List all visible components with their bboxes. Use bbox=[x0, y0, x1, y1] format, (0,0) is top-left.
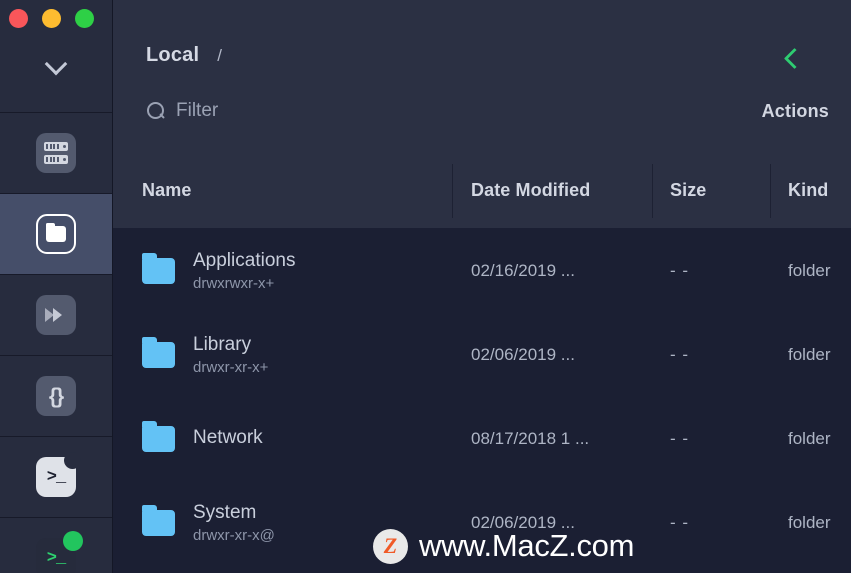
app-window: {} >_ >_ Local / Filter Actions Name Dat… bbox=[0, 0, 851, 573]
kind-value: folder bbox=[788, 345, 831, 364]
file-name: Applications bbox=[193, 250, 296, 271]
titlebar-region bbox=[0, 0, 112, 113]
search-input[interactable]: Filter bbox=[176, 100, 218, 122]
close-window-button[interactable] bbox=[9, 9, 28, 28]
date-modified-value: 02/16/2019 ... bbox=[471, 261, 575, 280]
breadcrumb-root[interactable]: Local bbox=[146, 44, 199, 67]
terminal-icon: >_ bbox=[36, 452, 81, 497]
cell-name: Network bbox=[113, 397, 452, 481]
terminal-prompt-glyph: >_ bbox=[46, 467, 66, 487]
kind-value: folder bbox=[788, 261, 831, 280]
minimize-window-button[interactable] bbox=[42, 9, 61, 28]
sidebar-item-terminal-active[interactable]: >_ bbox=[0, 518, 112, 573]
cell-date-modified: 02/16/2019 ... bbox=[452, 229, 652, 313]
date-modified-value: 02/06/2019 ... bbox=[471, 345, 575, 364]
file-list[interactable]: Applications drwxrwxr-x+ 02/16/2019 ... … bbox=[113, 229, 851, 573]
kind-value: folder bbox=[788, 429, 831, 448]
forward-arrow-icon bbox=[36, 295, 76, 335]
terminal-notch bbox=[64, 452, 81, 469]
sidebar-item-terminal[interactable]: >_ bbox=[0, 437, 112, 518]
sidebar-collapse-button[interactable] bbox=[0, 56, 112, 68]
size-value: - - bbox=[670, 429, 690, 448]
traffic-lights bbox=[0, 0, 112, 28]
sidebar-item-transfers[interactable] bbox=[0, 275, 112, 356]
cell-kind: folder bbox=[770, 229, 851, 313]
breadcrumb: Local / bbox=[146, 44, 222, 67]
folder-icon bbox=[142, 505, 175, 536]
file-name: Library bbox=[193, 334, 252, 355]
sidebar-item-servers[interactable] bbox=[0, 113, 112, 194]
column-header-size[interactable]: Size bbox=[652, 153, 770, 229]
column-header-date-modified[interactable]: Date Modified bbox=[452, 153, 652, 229]
watermark-logo-icon: Z bbox=[373, 528, 408, 564]
file-name: Network bbox=[193, 426, 263, 448]
table-row[interactable]: Applications drwxrwxr-x+ 02/16/2019 ... … bbox=[113, 229, 851, 313]
toolbar: Local / Filter Actions bbox=[113, 0, 851, 153]
cell-kind: folder bbox=[770, 397, 851, 481]
back-button[interactable] bbox=[782, 47, 802, 71]
breadcrumb-separator: / bbox=[217, 46, 222, 65]
cell-size: - - bbox=[652, 313, 770, 397]
size-value: - - bbox=[670, 513, 690, 532]
cell-size: - - bbox=[652, 397, 770, 481]
search-icon bbox=[146, 101, 166, 121]
table-row[interactable]: Network 08/17/2018 1 ... - - folder bbox=[113, 397, 851, 481]
kind-value: folder bbox=[788, 513, 831, 532]
server-rack-icon bbox=[36, 133, 76, 173]
terminal-active-prompt-glyph: >_ bbox=[46, 548, 66, 568]
file-permissions: drwxr-xr-x+ bbox=[193, 359, 269, 376]
watermark-text: www.MacZ.com bbox=[419, 528, 635, 563]
column-header-name[interactable]: Name bbox=[113, 153, 452, 229]
actions-button[interactable]: Actions bbox=[762, 101, 831, 122]
sidebar: {} >_ >_ bbox=[0, 0, 113, 573]
file-permissions: drwxr-xr-x@ bbox=[193, 527, 275, 544]
filter-row: Filter Actions bbox=[146, 100, 831, 122]
folder-icon bbox=[142, 253, 175, 284]
column-header-kind[interactable]: Kind bbox=[770, 153, 851, 229]
chevron-down-icon bbox=[45, 56, 67, 68]
date-modified-value: 08/17/2018 1 ... bbox=[471, 429, 590, 448]
cell-size: - - bbox=[652, 229, 770, 313]
cell-date-modified: 02/06/2019 ... bbox=[452, 313, 652, 397]
folder-icon bbox=[36, 214, 76, 254]
main-panel: Local / Filter Actions Name Date Modifie… bbox=[113, 0, 851, 573]
cell-date-modified: 08/17/2018 1 ... bbox=[452, 397, 652, 481]
cell-name: Library drwxr-xr-x+ bbox=[113, 313, 452, 397]
folder-icon bbox=[142, 337, 175, 368]
status-dot-icon bbox=[63, 531, 83, 551]
folder-icon bbox=[142, 421, 175, 452]
size-value: - - bbox=[670, 345, 690, 364]
terminal-active-icon: >_ bbox=[36, 531, 83, 573]
cell-size: - - bbox=[652, 481, 770, 565]
size-value: - - bbox=[670, 261, 690, 280]
braces-glyph: {} bbox=[48, 384, 64, 408]
file-permissions: drwxrwxr-x+ bbox=[193, 275, 275, 292]
file-name: System bbox=[193, 502, 257, 523]
sidebar-item-code[interactable]: {} bbox=[0, 356, 112, 437]
watermark: Z www.MacZ.com bbox=[373, 528, 634, 564]
sidebar-item-files[interactable] bbox=[0, 194, 112, 275]
braces-icon: {} bbox=[36, 376, 76, 416]
cell-kind: folder bbox=[770, 313, 851, 397]
table-header-row: Name Date Modified Size Kind bbox=[113, 153, 851, 229]
maximize-window-button[interactable] bbox=[75, 9, 94, 28]
cell-kind: folder bbox=[770, 481, 851, 565]
cell-name: Applications drwxrwxr-x+ bbox=[113, 229, 452, 313]
table-row[interactable]: Library drwxr-xr-x+ 02/06/2019 ... - - f… bbox=[113, 313, 851, 397]
